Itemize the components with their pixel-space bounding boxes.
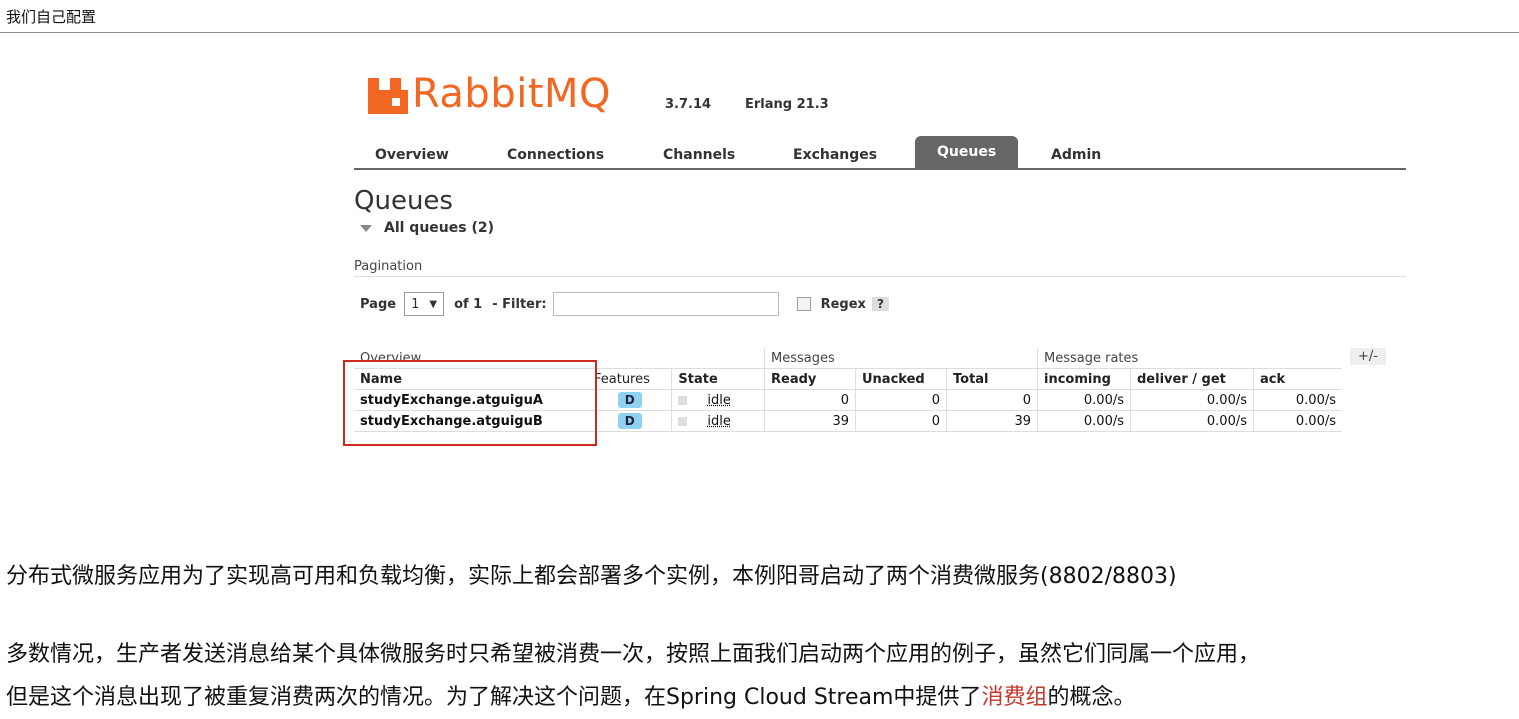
version-label: 3.7.14 — [665, 97, 712, 112]
chevron-down-icon: ▼ — [429, 298, 438, 310]
unacked-value: 0 — [855, 389, 947, 411]
col-ack[interactable]: ack — [1253, 368, 1342, 390]
pagination-controls: Page 1 ▼ of 1 - Filter: Regex ? — [360, 292, 889, 316]
group-message-rates: Message rates — [1037, 348, 1342, 369]
col-unacked[interactable]: Unacked — [855, 368, 947, 390]
state-icon — [678, 395, 688, 405]
tab-queues[interactable]: Queues — [915, 136, 1019, 168]
filter-input[interactable] — [552, 292, 779, 316]
pagination-label: Pagination — [354, 259, 423, 274]
col-features[interactable]: Features — [588, 369, 672, 390]
consumer-group-highlight: 消费组 — [981, 685, 1048, 710]
queues-heading: Queues — [354, 186, 453, 216]
of-pages-label: of 1 — [454, 296, 483, 312]
tab-admin[interactable]: Admin — [1051, 142, 1101, 168]
page-label: Page — [360, 296, 397, 312]
deliver-get-value: 0.00/s — [1130, 389, 1254, 411]
rabbitmq-logo-icon — [368, 78, 408, 114]
col-incoming[interactable]: incoming — [1037, 368, 1131, 390]
erlang-label: Erlang 21.3 — [745, 97, 829, 112]
feature-cell: D — [587, 389, 672, 411]
ready-value: 39 — [764, 410, 856, 432]
col-total[interactable]: Total — [946, 368, 1038, 390]
all-queues-toggle[interactable]: All queues (2) — [360, 220, 494, 236]
durable-badge: D — [617, 413, 642, 429]
tab-exchanges[interactable]: Exchanges — [793, 142, 877, 168]
page-select-value: 1 — [411, 296, 420, 312]
rabbitmq-logo: RabbitMQ — [368, 74, 611, 114]
state-icon — [678, 416, 688, 426]
ack-value: 0.00/s — [1253, 410, 1342, 432]
state-cell: idle — [671, 389, 765, 411]
tab-overview[interactable]: Overview — [375, 142, 449, 168]
rabbitmq-brand: RabbitMQ — [412, 71, 611, 117]
tab-channels[interactable]: Channels — [663, 142, 735, 168]
all-queues-label: All queues (2) — [384, 220, 494, 236]
regex-checkbox[interactable] — [796, 297, 811, 311]
collapse-triangle-icon — [360, 224, 372, 232]
feature-cell: D — [587, 410, 672, 432]
col-state[interactable]: State — [671, 368, 765, 390]
page-title: 我们自己配置 — [6, 8, 97, 26]
incoming-value: 0.00/s — [1037, 389, 1131, 411]
paragraph-1: 分布式微服务应用为了实现高可用和负载均衡，实际上都会部署多个实例，本例阳哥启动了… — [6, 564, 1177, 589]
ready-value: 0 — [764, 389, 856, 411]
column-toggle-button[interactable]: +/- — [1350, 348, 1386, 365]
tab-connections[interactable]: Connections — [507, 142, 604, 168]
title-divider — [0, 32, 1519, 33]
incoming-value: 0.00/s — [1037, 410, 1131, 432]
paragraph-2: 多数情况，生产者发送消息给某个具体微服务时只希望被消费一次，按照上面我们启动两个… — [6, 642, 1261, 667]
pagination-divider — [354, 276, 1406, 277]
paragraph-3: 但是这个消息出现了被重复消费两次的情况。为了解决这个问题，在Spring Clo… — [6, 679, 1135, 711]
paragraph-3-end: 的概念。 — [1047, 685, 1136, 710]
deliver-get-value: 0.00/s — [1130, 410, 1254, 432]
col-ready[interactable]: Ready — [764, 368, 856, 390]
ack-value: 0.00/s — [1253, 389, 1342, 411]
filter-label: - Filter: — [492, 296, 547, 312]
nav-tabs: Overview Connections Channels Exchanges … — [354, 136, 1406, 170]
regex-help-icon[interactable]: ? — [871, 297, 889, 311]
regex-label: Regex — [820, 296, 866, 312]
total-value: 0 — [946, 389, 1038, 411]
state-value: idle — [707, 392, 731, 408]
unacked-value: 0 — [855, 410, 947, 432]
highlight-box — [343, 360, 597, 446]
state-value: idle — [707, 413, 731, 429]
total-value: 39 — [946, 410, 1038, 432]
paragraph-3-text: 但是这个消息出现了被重复消费两次的情况。为了解决这个问题，在Spring Clo… — [6, 685, 982, 710]
group-messages: Messages — [764, 348, 1038, 369]
page-select[interactable]: 1 ▼ — [404, 292, 445, 316]
state-cell: idle — [671, 410, 765, 432]
durable-badge: D — [617, 392, 642, 408]
col-deliver-get[interactable]: deliver / get — [1130, 368, 1254, 390]
